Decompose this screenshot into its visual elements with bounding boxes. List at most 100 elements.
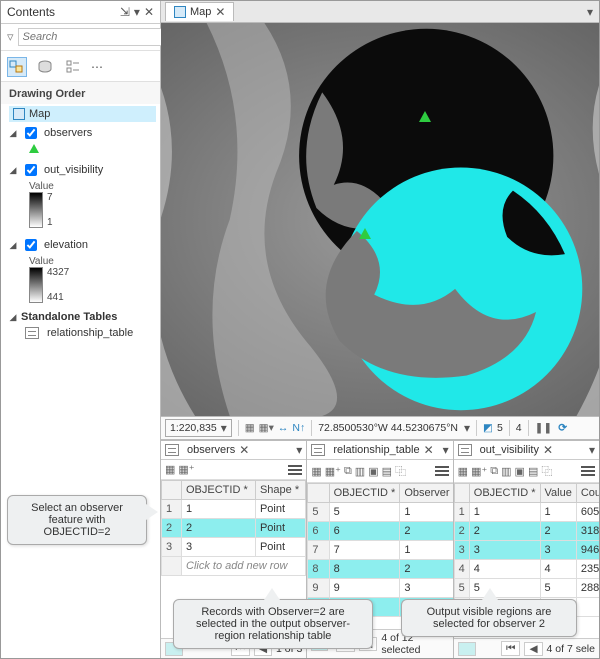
contents-search-input[interactable] <box>18 28 171 46</box>
tab-list-by-selection[interactable] <box>63 57 83 77</box>
tab-list-by-drawing-order[interactable] <box>7 57 27 77</box>
expander-icon[interactable]: ◢ <box>9 165 17 176</box>
select-icon[interactable]: ◩ <box>483 422 493 434</box>
copy-icon[interactable]: ⿻ <box>395 463 406 479</box>
observers-symbol-icon <box>29 144 39 153</box>
first-record-button[interactable]: ⏮ <box>501 641 520 656</box>
close-icon[interactable]: ✕ <box>239 443 249 457</box>
table-row[interactable]: 8827 <box>308 560 453 579</box>
calc-icon[interactable]: ⧉ <box>490 465 498 478</box>
col-objectid[interactable]: OBJECTID * <box>182 481 256 500</box>
field-icon[interactable]: ▦ <box>165 463 175 476</box>
menu-icon[interactable] <box>288 465 302 475</box>
toc-out-visibility[interactable]: ◢ out_visibility <box>9 159 156 181</box>
chevron-down-icon[interactable]: ▾ <box>464 421 470 435</box>
toc-map[interactable]: Map <box>9 106 156 122</box>
chevron-down-icon[interactable]: ▾ <box>589 443 595 457</box>
show-selected-button[interactable] <box>458 642 476 656</box>
map-tab-label: Map <box>190 6 211 18</box>
close-icon[interactable]: ✕ <box>543 443 553 457</box>
toc-map-label: Map <box>29 108 50 120</box>
expander-icon[interactable]: ◢ <box>9 240 17 251</box>
calc-icon[interactable]: ⧉ <box>344 465 352 478</box>
add-field-icon[interactable]: ▦⁺ <box>178 463 194 476</box>
clear-icon[interactable]: ▣ <box>368 465 378 478</box>
sel-count: 5 <box>497 422 503 434</box>
unpin-icon[interactable]: ⇲ <box>120 5 130 19</box>
col-value[interactable]: Value <box>540 484 576 503</box>
add-field-icon[interactable]: ▦⁺ <box>471 465 487 478</box>
callout-vis-table: Output visible regions are selected for … <box>401 599 577 637</box>
table-toolbar: ▦ ▦⁺ ⧉ ▥ ▣ ▤ ⿻ <box>454 460 599 483</box>
clear-icon[interactable]: ▣ <box>515 465 525 478</box>
tab-list-by-source[interactable] <box>35 57 55 77</box>
sel-icon[interactable]: ▥ <box>355 465 365 478</box>
view-menu-icon[interactable]: ▾ <box>587 5 599 19</box>
pause-icon[interactable]: ❚❚ <box>535 422 553 434</box>
close-icon[interactable]: ✕ <box>424 443 434 457</box>
toc-observers[interactable]: ◢ observers <box>9 122 156 144</box>
table-row[interactable]: 11Point <box>162 500 306 519</box>
col-objectid[interactable]: OBJECTID * <box>329 484 400 503</box>
add-row[interactable]: Click to add new row <box>182 557 306 576</box>
field-icon[interactable]: ▦ <box>311 465 321 478</box>
elevation-visibility-checkbox[interactable] <box>25 239 37 251</box>
snap-icon[interactable]: ↔ <box>278 422 289 434</box>
col-observer[interactable]: Observer <box>400 484 453 503</box>
prev-record-button[interactable]: ◀ <box>524 642 542 656</box>
table-title: observers <box>187 444 235 456</box>
north-icon[interactable]: N↑ <box>292 422 305 434</box>
table-row[interactable]: 5513 <box>308 503 453 522</box>
expander-icon[interactable]: ◢ <box>9 128 17 139</box>
col-shape[interactable]: Shape * <box>255 481 305 500</box>
out-visibility-label: out_visibility <box>44 164 103 176</box>
menu-icon[interactable] <box>435 466 449 476</box>
grid-icon[interactable]: ▦ <box>245 422 255 434</box>
vis-max: 7 <box>47 192 53 203</box>
table-row[interactable]: 22Point <box>162 519 306 538</box>
table-row[interactable]: 333946 <box>454 541 599 560</box>
menu-icon[interactable]: ▾ <box>134 5 140 19</box>
out-visibility-checkbox[interactable] <box>25 164 37 176</box>
observers-label: observers <box>44 127 92 139</box>
del-icon[interactable]: ▤ <box>528 465 538 478</box>
table-row[interactable]: 4442357 <box>454 560 599 579</box>
scale-dropdown[interactable]: 1:220,835 ▾ <box>165 419 232 437</box>
chevron-down-icon[interactable]: ▾ <box>296 443 302 457</box>
close-icon[interactable]: ✕ <box>215 5 225 19</box>
table-header: out_visibility ✕ ▾ <box>454 441 599 460</box>
value-label: Value <box>29 181 156 192</box>
table-row[interactable]: 7717 <box>308 541 453 560</box>
map-canvas[interactable] <box>161 23 599 416</box>
col-objectid[interactable]: OBJECTID * <box>469 484 540 503</box>
copy-icon[interactable]: ⿻ <box>541 463 552 479</box>
table-row[interactable]: 555288 <box>454 579 599 598</box>
table-row[interactable]: 1116053 <box>454 503 599 522</box>
table-row[interactable]: 6623 <box>308 522 453 541</box>
grid2-icon[interactable]: ▦▾ <box>259 422 274 434</box>
sel-icon[interactable]: ▥ <box>501 465 511 478</box>
chevron-down-icon[interactable]: ▾ <box>443 443 449 457</box>
callout-select-observer: Select an observer feature with OBJECTID… <box>7 495 147 545</box>
expander-icon[interactable]: ◢ <box>9 312 17 323</box>
value-label: Value <box>29 256 156 267</box>
refresh-icon[interactable]: ⟳ <box>558 422 567 434</box>
contents-tab-row: ⋯ <box>1 51 160 82</box>
map-tab[interactable]: Map ✕ <box>165 2 234 21</box>
observers-visibility-checkbox[interactable] <box>25 127 37 139</box>
table-row[interactable]: 33Point <box>162 538 306 557</box>
filter-icon[interactable]: ▿ <box>7 29 14 45</box>
table-row[interactable]: 9937 <box>308 579 453 598</box>
del-icon[interactable]: ▤ <box>382 465 392 478</box>
col-count[interactable]: Cou... <box>576 484 599 503</box>
right-pane: Map ✕ ▾ <box>161 1 599 658</box>
toc-elevation[interactable]: ◢ elevation <box>9 234 156 256</box>
tab-more-icon[interactable]: ⋯ <box>91 60 103 74</box>
close-icon[interactable]: ✕ <box>144 5 154 19</box>
field-icon[interactable]: ▦ <box>458 465 468 478</box>
menu-icon[interactable] <box>581 466 595 476</box>
table-row[interactable]: 2223186 <box>454 522 599 541</box>
toc: Map ◢ observers ◢ out_visibility Value 7… <box>1 104 160 658</box>
toc-relationship-table[interactable]: relationship_table <box>9 325 156 341</box>
add-field-icon[interactable]: ▦⁺ <box>325 465 341 478</box>
